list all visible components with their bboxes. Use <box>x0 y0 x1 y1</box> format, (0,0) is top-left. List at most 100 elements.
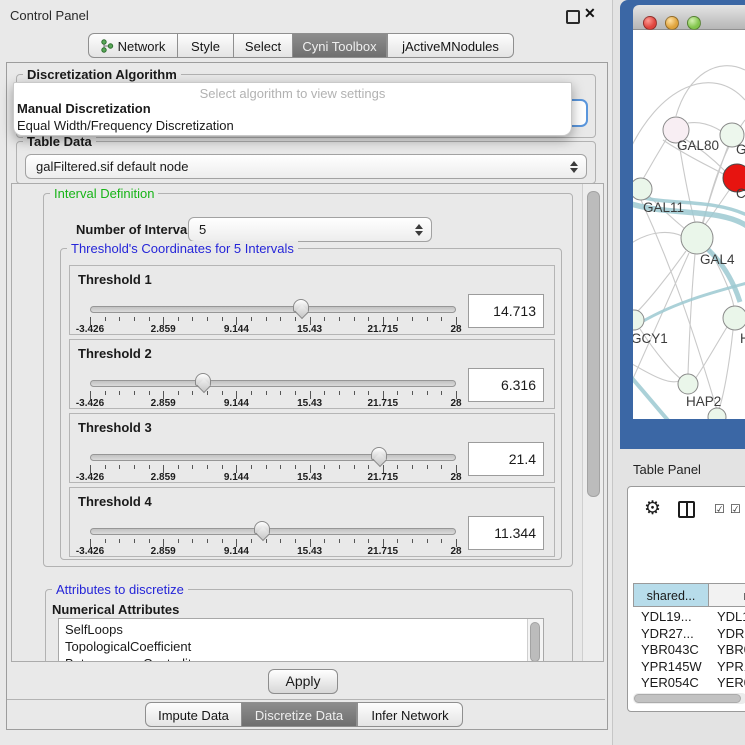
dropdown-item[interactable]: Equal Width/Frequency Discretization <box>17 118 234 133</box>
tab-network[interactable]: Network <box>88 33 178 58</box>
tick-mark <box>295 391 296 395</box>
network-edge <box>633 232 682 246</box>
tick-mark <box>266 539 267 543</box>
table-cell[interactable]: YBR0 <box>717 642 745 657</box>
threshold-value-field[interactable]: 21.4 <box>468 442 544 476</box>
threshold-slider-thumb[interactable] <box>371 447 387 460</box>
table-data-combobox-value: galFiltered.sif default node <box>36 155 188 178</box>
scrollbar-thumb[interactable] <box>634 694 741 703</box>
threshold-slider-track[interactable] <box>90 454 456 461</box>
column-header[interactable]: shared... <box>633 583 709 607</box>
table-data-group: Table Data galFiltered.sif default node <box>16 141 596 184</box>
float-window-icon[interactable] <box>566 10 580 24</box>
attributes-group: Attributes to discretizeNumerical Attrib… <box>45 589 573 662</box>
tick-mark <box>134 317 135 321</box>
network-node[interactable] <box>633 178 652 200</box>
network-node[interactable] <box>681 222 713 254</box>
scrollbar-thumb[interactable] <box>587 191 600 497</box>
column-header[interactable]: na <box>709 583 745 607</box>
tick-mark <box>397 317 398 321</box>
tick-mark <box>134 539 135 543</box>
table-cell[interactable]: YER0 <box>717 675 745 690</box>
threshold-slider-thumb[interactable] <box>293 299 309 312</box>
number-of-intervals-combobox[interactable]: 5 <box>188 217 432 242</box>
tick-mark <box>397 465 398 469</box>
table-row[interactable]: YDR27... YDR2 <box>633 626 745 642</box>
attributes-group-title: Attributes to discretize <box>52 582 188 597</box>
tab-discretize-data[interactable]: Discretize Data <box>242 702 357 727</box>
network-node[interactable] <box>678 374 698 394</box>
threshold-slider-track[interactable] <box>90 380 456 387</box>
tick-mark <box>222 539 223 543</box>
apply-button[interactable]: Apply <box>268 669 338 694</box>
table-row[interactable]: YPR145W YPR1 <box>633 659 745 675</box>
dropdown-item[interactable]: Manual Discretization <box>17 101 151 116</box>
threshold-value-field[interactable]: 14.713 <box>468 294 544 328</box>
tick-mark <box>339 465 340 469</box>
checkbox-icon[interactable]: ☑ <box>730 502 741 516</box>
tick-mark <box>354 391 355 395</box>
tick-label: -3.426 <box>76 546 104 557</box>
node-table: shared...naYDL19...YDL1YDR27...YDR2YBR04… <box>633 535 745 693</box>
tab-cyni-toolbox[interactable]: Cyni Toolbox <box>293 33 387 58</box>
table-row[interactable]: YER054C YER0 <box>633 675 745 691</box>
threshold-slider-thumb[interactable] <box>195 373 211 386</box>
tick-mark <box>149 539 150 543</box>
table-row[interactable]: YDL19... YDL1 <box>633 609 745 625</box>
table-cell[interactable]: YBR043C <box>641 642 699 657</box>
network-node[interactable] <box>708 408 726 419</box>
mac-close-icon[interactable] <box>643 16 657 30</box>
tick-mark <box>105 539 106 543</box>
tick-mark <box>295 465 296 469</box>
tick-mark <box>192 317 193 321</box>
vertical-scrollbar[interactable] <box>582 184 604 662</box>
threshold-slider-track[interactable] <box>90 528 456 535</box>
tick-mark <box>222 465 223 469</box>
threshold-slider-track[interactable] <box>90 306 456 313</box>
tab-infer-network[interactable]: Infer Network <box>357 702 463 727</box>
list-item[interactable]: TopologicalCoefficient <box>65 639 191 654</box>
table-cell[interactable]: YDL19... <box>641 609 692 624</box>
tab-select[interactable]: Select <box>234 33 293 58</box>
tick-mark <box>178 465 179 469</box>
table-cell[interactable]: YPR1 <box>717 659 745 674</box>
scrollbar-thumb[interactable] <box>530 622 540 662</box>
table-cell[interactable]: YDR2 <box>717 626 745 641</box>
tick-mark <box>412 539 413 543</box>
tab-style[interactable]: Style <box>178 33 234 58</box>
horizontal-scrollbar[interactable] <box>633 693 745 704</box>
table-cell[interactable]: YDR27... <box>641 626 694 641</box>
table-row[interactable]: YBR043C YBR0 <box>633 642 745 658</box>
table-cell[interactable]: YER054C <box>641 675 699 690</box>
close-icon[interactable]: ✕ <box>584 5 596 22</box>
threshold-value-field[interactable]: 11.344 <box>468 516 544 550</box>
tick-mark <box>295 539 296 543</box>
tick-mark <box>192 539 193 543</box>
tick-mark <box>207 465 208 469</box>
columns-icon[interactable] <box>678 501 695 518</box>
list-item[interactable]: SelfLoops <box>65 622 123 637</box>
network-window-titlebar[interactable] <box>633 5 745 30</box>
network-icon <box>101 39 118 54</box>
list-scrollbar[interactable] <box>527 619 543 662</box>
algorithm-group-title: Discretization Algorithm <box>23 67 181 82</box>
table-cell[interactable]: YPR145W <box>641 659 702 674</box>
threshold-value-field[interactable]: 6.316 <box>468 368 544 402</box>
network-canvas[interactable]: GAL80GACGAL11GAL4GCY1HHAP2 <box>633 30 745 419</box>
mac-zoom-icon[interactable] <box>687 16 701 30</box>
threshold-slider-thumb[interactable] <box>254 521 270 534</box>
tab-jactivemnodules[interactable]: jActiveMNodules <box>387 33 514 58</box>
list-item[interactable]: BetweennessCentrality <box>65 656 198 662</box>
tab-impute-data[interactable]: Impute Data <box>145 702 242 727</box>
table-cell[interactable]: YDL1 <box>717 609 745 624</box>
gear-icon[interactable]: ⚙ <box>644 497 661 520</box>
mac-minimize-icon[interactable] <box>665 16 679 30</box>
numerical-attributes-list[interactable]: SelfLoops TopologicalCoefficient Betweenne… <box>58 618 544 662</box>
interval-definition-group: Interval DefinitionNumber of Intervals5T… <box>43 193 573 567</box>
table-data-combobox[interactable]: galFiltered.sif default node <box>25 154 587 179</box>
network-node[interactable] <box>633 310 644 330</box>
network-node[interactable] <box>723 306 745 330</box>
tick-label: 21.715 <box>368 546 399 557</box>
tick-label: 28 <box>450 472 461 483</box>
checkbox-icon[interactable]: ☑ <box>714 502 725 516</box>
